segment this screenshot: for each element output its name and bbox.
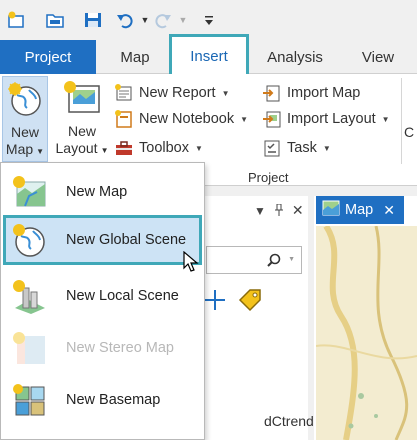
pane-options-icon[interactable]: ▼ bbox=[254, 204, 266, 219]
menu-item-new-basemap[interactable]: New Basemap bbox=[3, 375, 202, 425]
new-map-menu: New Map New Global Scene New Local Scene… bbox=[0, 162, 205, 440]
toolbox-icon bbox=[114, 138, 134, 158]
globe-icon bbox=[11, 222, 47, 258]
new-notebook-button[interactable]: New Notebook ▼ bbox=[114, 108, 248, 130]
close-icon[interactable]: ✕ bbox=[292, 203, 304, 219]
open-project-icon[interactable] bbox=[44, 9, 66, 31]
toolbox-label: Toolbox bbox=[139, 140, 189, 156]
save-icon[interactable] bbox=[82, 9, 104, 31]
menu-item-new-local-scene[interactable]: New Local Scene bbox=[3, 271, 202, 321]
pin-icon[interactable] bbox=[274, 203, 284, 219]
map-icon bbox=[11, 174, 47, 210]
customize-icon[interactable] bbox=[198, 9, 220, 31]
new-layout-label-2: Layout ▼ bbox=[55, 140, 109, 156]
menu-item-label: New Basemap bbox=[66, 392, 161, 408]
pane-search-input[interactable]: ▼ bbox=[206, 246, 302, 274]
task-icon bbox=[262, 138, 282, 158]
map-tab-label: Map bbox=[345, 202, 374, 218]
menu-item-label: New Local Scene bbox=[66, 288, 179, 304]
new-report-button[interactable]: New Report ▼ bbox=[114, 82, 229, 104]
local-scene-icon bbox=[11, 278, 47, 314]
task-button[interactable]: Task ▼ bbox=[262, 137, 331, 159]
menu-item-label: New Map bbox=[66, 184, 128, 200]
tab-map-view[interactable]: Map ✕ bbox=[316, 196, 404, 224]
menu-item-label: New Global Scene bbox=[66, 232, 187, 248]
notebook-icon bbox=[114, 109, 134, 129]
new-map-button[interactable]: New Map ▼ bbox=[2, 76, 48, 162]
menu-item-new-stereo-map[interactable]: New Stereo Map bbox=[3, 323, 202, 373]
import-layout-label: Import Layout bbox=[287, 111, 376, 127]
layout-icon bbox=[63, 80, 101, 120]
new-notebook-label: New Notebook bbox=[139, 111, 235, 127]
search-options-icon[interactable]: ▼ bbox=[288, 256, 295, 263]
undo-icon[interactable] bbox=[114, 9, 136, 31]
toolbox-button[interactable]: Toolbox ▼ bbox=[114, 137, 203, 159]
map-tab-icon bbox=[322, 200, 340, 220]
pane-toolbar bbox=[204, 286, 264, 317]
new-map-label-1: New bbox=[10, 124, 39, 140]
pane-controls: ▼ ✕ bbox=[254, 203, 304, 219]
import-layout-button[interactable]: Import Layout ▼ bbox=[262, 108, 390, 130]
tab-view[interactable]: View bbox=[352, 40, 404, 74]
ribbon-group-divider bbox=[401, 78, 402, 164]
menu-item-new-global-scene[interactable]: New Global Scene bbox=[3, 215, 202, 265]
ribbon-tabs: Project Map Insert Analysis View bbox=[0, 34, 417, 78]
new-report-label: New Report bbox=[139, 85, 216, 101]
basemap-icon bbox=[11, 382, 47, 418]
pane-item-fragment: dCtrends bbox=[264, 413, 321, 429]
import-map-icon bbox=[262, 83, 282, 103]
import-layout-icon bbox=[262, 109, 282, 129]
menu-item-new-map[interactable]: New Map bbox=[3, 167, 202, 217]
tab-analysis[interactable]: Analysis bbox=[258, 40, 332, 74]
new-map-label-2: Map ▼ bbox=[5, 141, 45, 157]
mouse-cursor-icon bbox=[183, 250, 199, 276]
report-icon bbox=[114, 83, 134, 103]
import-map-button[interactable]: Import Map bbox=[262, 82, 360, 104]
redo-icon bbox=[152, 9, 174, 31]
redo-dropdown-icon: ▼ bbox=[178, 15, 188, 25]
new-layout-button[interactable]: New Layout ▼ bbox=[56, 76, 108, 162]
tag-icon[interactable] bbox=[236, 286, 264, 317]
search-icon bbox=[267, 253, 281, 270]
globe-icon bbox=[7, 81, 43, 121]
ribbon-group-label: Project bbox=[248, 170, 289, 185]
new-layout-label-1: New bbox=[67, 123, 96, 139]
map-canvas[interactable] bbox=[316, 226, 417, 440]
dock-pane bbox=[196, 196, 308, 440]
ribbon-cut-label: C bbox=[404, 124, 415, 140]
close-map-tab-icon[interactable]: ✕ bbox=[383, 202, 395, 219]
tab-insert[interactable]: Insert bbox=[169, 34, 249, 78]
add-icon[interactable] bbox=[204, 286, 226, 317]
tab-map[interactable]: Map bbox=[110, 40, 160, 74]
task-label: Task bbox=[287, 140, 317, 156]
new-project-icon[interactable] bbox=[6, 9, 28, 31]
tab-project[interactable]: Project bbox=[0, 40, 96, 74]
menu-item-label: New Stereo Map bbox=[66, 340, 174, 356]
stereo-map-icon bbox=[11, 330, 47, 366]
import-map-label: Import Map bbox=[287, 85, 361, 101]
